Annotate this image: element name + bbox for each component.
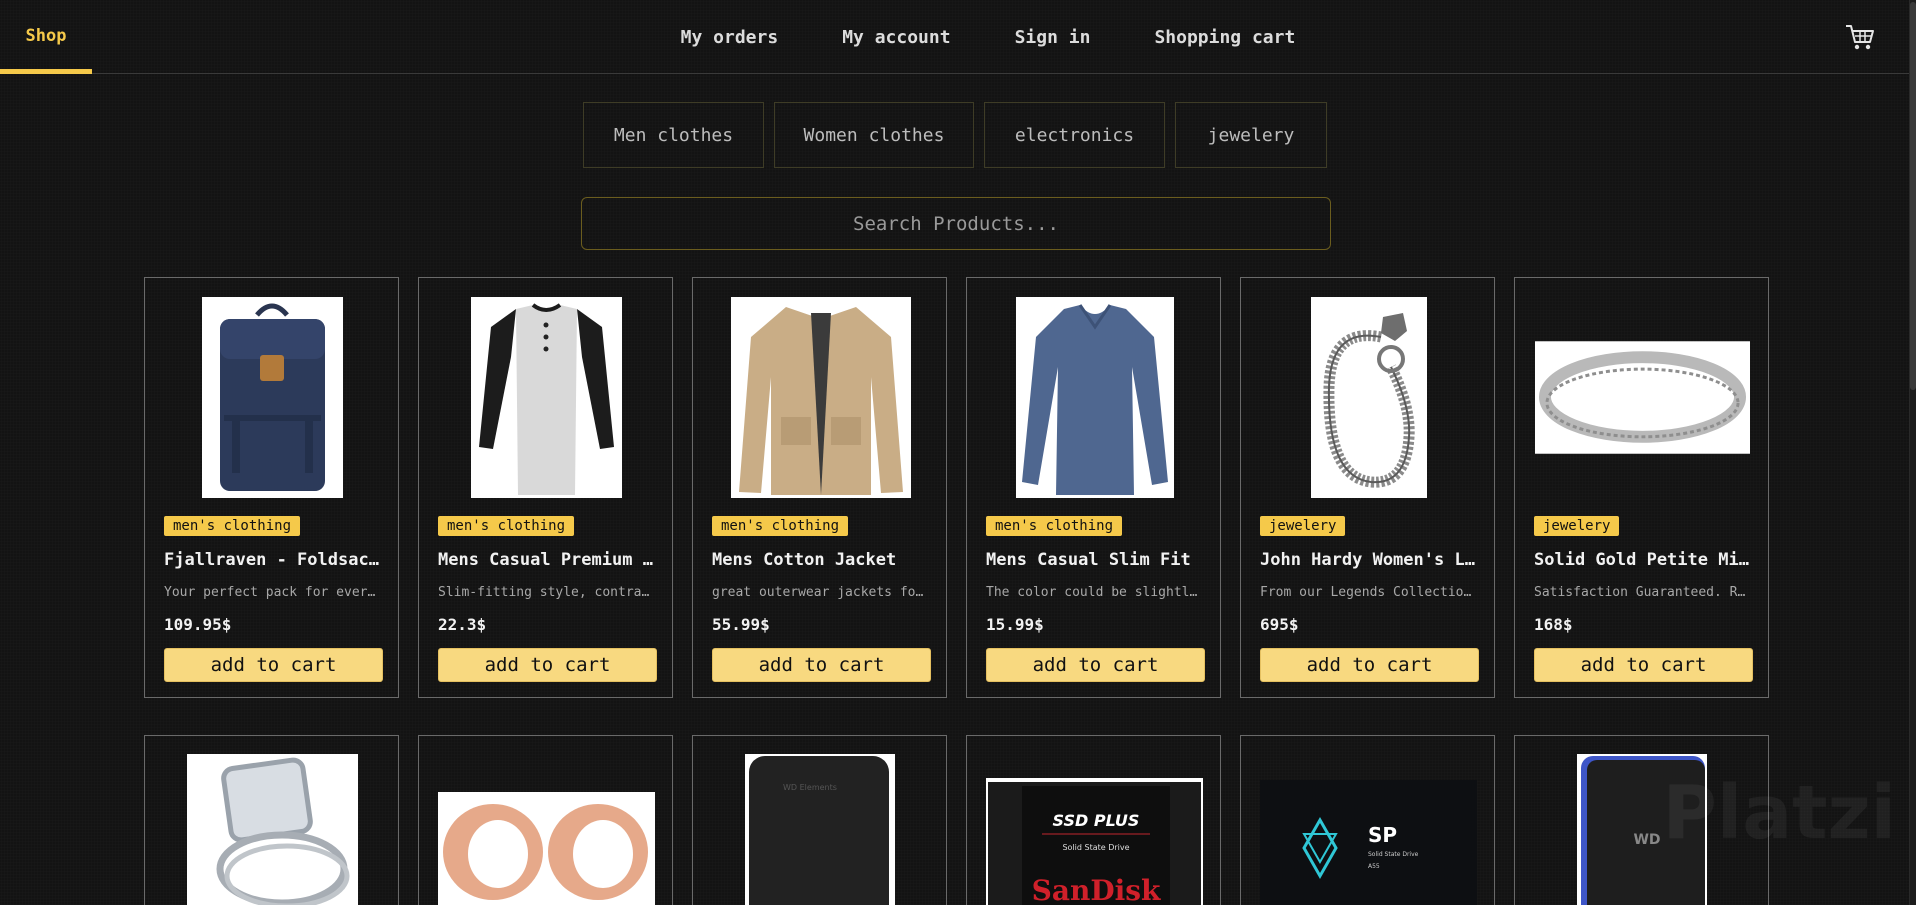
add-to-cart-button[interactable]: add to cart bbox=[712, 648, 931, 682]
product-card: jewelery John Hardy Women's Legends Naga… bbox=[1240, 277, 1495, 698]
henley-shirt-image bbox=[471, 296, 622, 498]
add-to-cart-button[interactable]: add to cart bbox=[164, 648, 383, 682]
slim-fit-shirt-image bbox=[1015, 296, 1174, 498]
product-image[interactable] bbox=[165, 296, 380, 498]
product-description: Your perfect pack for everyday use and w… bbox=[164, 585, 382, 600]
product-image[interactable] bbox=[987, 296, 1202, 498]
product-title[interactable]: John Hardy Women's Legends Naga Bracelet bbox=[1260, 550, 1478, 570]
add-to-cart-button[interactable]: add to cart bbox=[1260, 648, 1479, 682]
product-price: 15.99$ bbox=[986, 615, 1044, 634]
nav-my-orders[interactable]: My orders bbox=[681, 27, 779, 48]
product-description: The color could be slightly different be… bbox=[986, 585, 1204, 600]
category-filter-bar: Men clothes Women clothes electronics je… bbox=[583, 102, 1327, 168]
product-card: men's clothing Fjallraven - Foldsack No.… bbox=[144, 277, 399, 698]
product-card: men's clothing Mens Casual Premium Slim … bbox=[418, 277, 673, 698]
product-card: jewelery Solid Gold Petite Micropave Sat… bbox=[1514, 277, 1769, 698]
product-image[interactable] bbox=[1535, 296, 1750, 498]
product-price: 168$ bbox=[1534, 615, 1573, 634]
platzi-watermark: Platzi bbox=[1662, 770, 1896, 856]
product-grid: men's clothing Fjallraven - Foldsack No.… bbox=[144, 277, 1769, 905]
product-description: great outerwear jackets for Spring/Autum… bbox=[712, 585, 930, 600]
product-card: SSD PLUS Solid State Drive SanDisk bbox=[966, 735, 1221, 905]
product-price: 22.3$ bbox=[438, 615, 487, 634]
add-to-cart-button[interactable]: add to cart bbox=[986, 648, 1205, 682]
product-card: men's clothing Mens Casual Slim Fit The … bbox=[966, 277, 1221, 698]
category-badge: men's clothing bbox=[438, 516, 575, 536]
hdd-mark: WD Elements bbox=[783, 783, 837, 792]
dragon-bracelet-image bbox=[1310, 296, 1427, 498]
product-card: WD Elements bbox=[692, 735, 947, 905]
top-navigation-bar: Shop My orders My account Sign in Shoppi… bbox=[0, 0, 1912, 74]
product-card: SP Solid State Drive A55 bbox=[1240, 735, 1495, 905]
nav-shopping-cart[interactable]: Shopping cart bbox=[1154, 27, 1295, 48]
product-image[interactable] bbox=[713, 296, 928, 498]
cotton-jacket-image bbox=[730, 296, 911, 498]
category-men-clothes[interactable]: Men clothes bbox=[583, 102, 764, 168]
product-title[interactable]: Fjallraven - Foldsack No. 1 Backpack, Fi… bbox=[164, 550, 382, 570]
ssd1-sub: Solid State Drive bbox=[1062, 843, 1129, 852]
product-title[interactable]: Mens Cotton Jacket bbox=[712, 550, 930, 570]
category-electronics[interactable]: electronics bbox=[984, 102, 1165, 168]
product-price: 55.99$ bbox=[712, 615, 770, 634]
pave-ring-image bbox=[1535, 340, 1750, 454]
main-nav: My orders My account Sign in Shopping ca… bbox=[0, 0, 1912, 74]
product-description: Slim-fitting style, contrast raglan long… bbox=[438, 585, 656, 600]
search-products-input[interactable] bbox=[581, 197, 1331, 250]
tunnel-plugs-image[interactable] bbox=[438, 792, 655, 905]
nav-sign-in[interactable]: Sign in bbox=[1015, 27, 1091, 48]
ssd2-logo: SP bbox=[1368, 823, 1397, 847]
nav-my-account[interactable]: My account bbox=[842, 27, 950, 48]
product-card: men's clothing Mens Cotton Jacket great … bbox=[692, 277, 947, 698]
page-scrollbar[interactable] bbox=[1909, 0, 1916, 905]
product-card bbox=[418, 735, 673, 905]
product-title[interactable]: Mens Casual Slim Fit bbox=[986, 550, 1204, 570]
product-title[interactable]: Solid Gold Petite Micropave bbox=[1534, 550, 1752, 570]
product-description: From our Legends Collection, the Naga wa… bbox=[1260, 585, 1478, 600]
shopping-cart-icon[interactable] bbox=[1844, 22, 1876, 52]
product-title[interactable]: Mens Casual Premium Slim Fit T-Shirts bbox=[438, 550, 656, 570]
sp-ssd-image[interactable]: SP Solid State Drive A55 bbox=[1260, 780, 1477, 905]
add-to-cart-button[interactable]: add to cart bbox=[1534, 648, 1753, 682]
scrollbar-thumb[interactable] bbox=[1910, 2, 1916, 390]
backpack-image bbox=[202, 296, 343, 498]
ssd1-model: SSD PLUS bbox=[1053, 811, 1140, 830]
product-price: 695$ bbox=[1260, 615, 1299, 634]
category-badge: men's clothing bbox=[164, 516, 301, 536]
category-jewelery[interactable]: jewelery bbox=[1175, 102, 1327, 168]
product-card bbox=[144, 735, 399, 905]
add-to-cart-button[interactable]: add to cart bbox=[438, 648, 657, 682]
ssd2-model: A55 bbox=[1368, 863, 1380, 870]
sandisk-ssd-image[interactable]: SSD PLUS Solid State Drive SanDisk bbox=[986, 778, 1203, 905]
category-women-clothes[interactable]: Women clothes bbox=[774, 102, 974, 168]
external-hard-drive-image[interactable]: WD Elements bbox=[745, 754, 895, 905]
product-image[interactable] bbox=[439, 296, 654, 498]
product-image[interactable] bbox=[1261, 296, 1476, 498]
halo-ring-set-image[interactable] bbox=[187, 754, 358, 905]
wd-mark: WD bbox=[1633, 832, 1660, 848]
category-badge: men's clothing bbox=[986, 516, 1123, 536]
product-description: Satisfaction Guaranteed. Return or excha… bbox=[1534, 585, 1752, 600]
product-price: 109.95$ bbox=[164, 615, 232, 634]
category-badge: jewelery bbox=[1260, 516, 1346, 536]
category-badge: jewelery bbox=[1534, 516, 1620, 536]
category-badge: men's clothing bbox=[712, 516, 849, 536]
ssd1-brand: SanDisk bbox=[1032, 874, 1161, 905]
ssd2-sub: Solid State Drive bbox=[1368, 851, 1419, 858]
